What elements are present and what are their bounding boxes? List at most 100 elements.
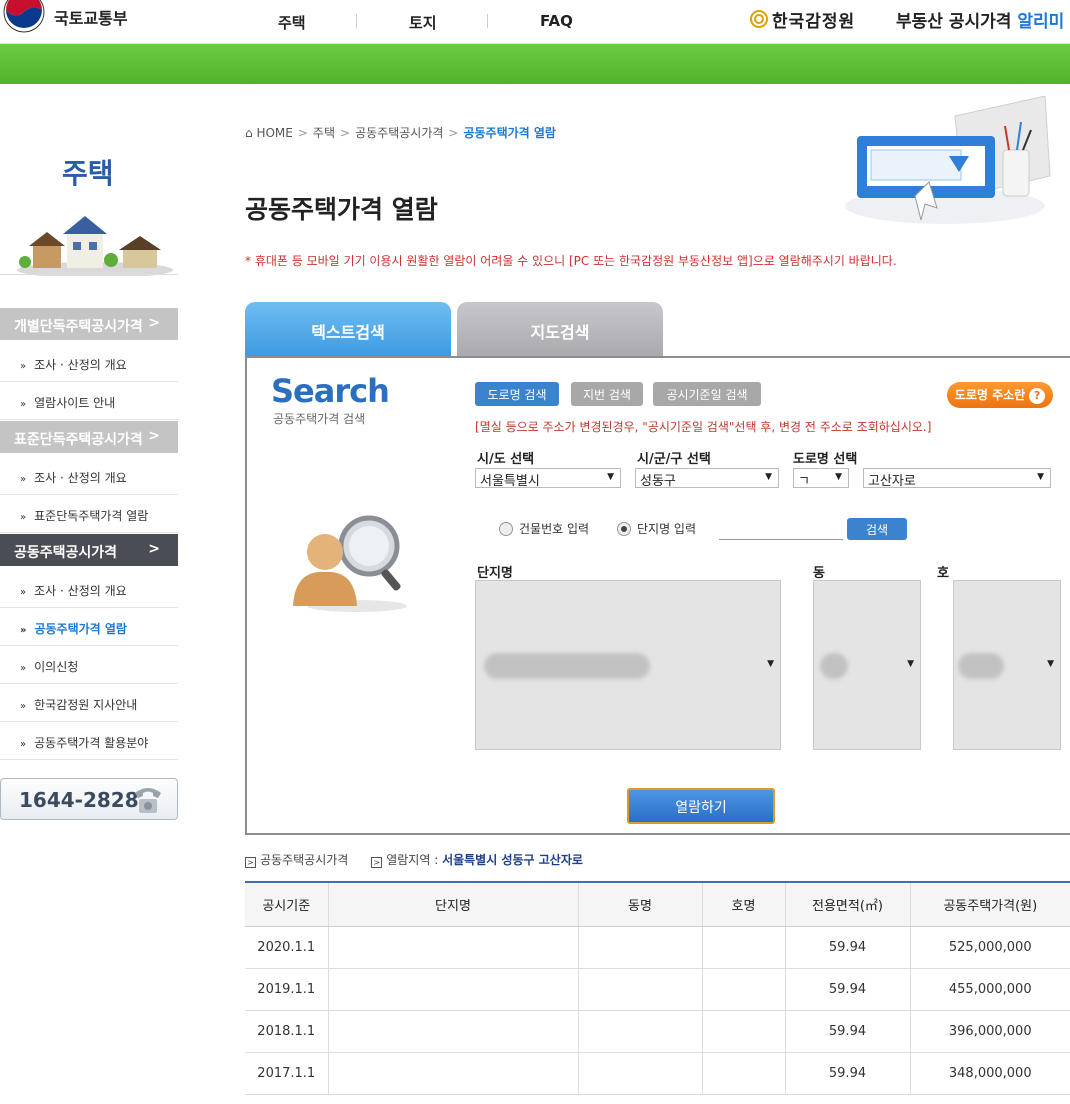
tab-text-search[interactable]: 텍스트검색 bbox=[245, 302, 451, 356]
category-label: 공동주택공시가격 bbox=[14, 545, 118, 561]
bullet-icon: » bbox=[20, 739, 27, 750]
category-apartment-price[interactable]: 공동주택공시가격 > bbox=[0, 534, 178, 566]
caret-down-icon: ▼ bbox=[1047, 659, 1054, 669]
ho-list[interactable]: ▼ bbox=[953, 580, 1061, 750]
cell-price: 348,000,000 bbox=[910, 1052, 1070, 1095]
breadcrumb-housing[interactable]: 주택 bbox=[313, 126, 335, 140]
sidebar-item-overview[interactable]: » 조사 · 산정의 개요 bbox=[0, 570, 178, 608]
breadcrumb-current: 공동주택가격 열람 bbox=[463, 126, 556, 140]
site-title[interactable]: 부동산 공시가격 알리미 bbox=[896, 7, 1064, 32]
category-label: 표준단독주택공시가격 bbox=[14, 432, 143, 448]
site-title-main: 부동산 공시가격 bbox=[896, 12, 1012, 32]
cell-dong bbox=[578, 968, 703, 1011]
dong-list[interactable]: ▼ bbox=[813, 580, 921, 750]
cell-ho bbox=[702, 1010, 786, 1053]
cell-area: 59.94 bbox=[785, 926, 911, 969]
sidebar-title: 주택 bbox=[62, 157, 114, 190]
address-change-warning: [멸실 등으로 주소가 변경된경우, "공시기준일 검색"선택 후, 변경 전 … bbox=[475, 420, 932, 434]
road-name-value: 고산자로 bbox=[868, 474, 916, 489]
complex-name-input[interactable] bbox=[719, 518, 843, 540]
complex-search-button[interactable]: 검색 bbox=[847, 518, 907, 540]
nav-faq[interactable]: FAQ bbox=[540, 12, 573, 30]
nav-housing[interactable]: 주택 bbox=[278, 12, 306, 33]
search-subtitle: 공동주택가격 검색 bbox=[273, 412, 366, 426]
houses-illustration-icon bbox=[17, 216, 173, 276]
chevron-right-icon: > bbox=[297, 126, 308, 140]
breadcrumb-home[interactable]: HOME bbox=[256, 126, 292, 140]
sidebar-item-usage-fields[interactable]: » 공동주택가격 활용분야 bbox=[0, 722, 178, 760]
chevron-right-icon: > bbox=[148, 541, 160, 557]
category-standard-house-price[interactable]: 표준단독주택공시가격 > bbox=[0, 421, 178, 453]
sidebar-item-overview[interactable]: » 조사 · 산정의 개요 bbox=[0, 344, 178, 382]
ministry-name[interactable]: 국토교통부 bbox=[54, 5, 128, 29]
cell-complex-name bbox=[328, 968, 579, 1011]
sidebar-item-objection[interactable]: » 이의신청 bbox=[0, 646, 178, 684]
road-name-search-button[interactable]: 도로명 검색 bbox=[475, 382, 559, 406]
mobile-notice: * 휴대폰 등 모바일 기기 이용시 원활한 열람이 어려울 수 있으니 [PC… bbox=[245, 254, 897, 268]
sido-select[interactable]: 서울특별시 ▼ bbox=[475, 468, 621, 489]
complex-name-radio[interactable]: 단지명 입력 bbox=[617, 520, 696, 537]
complex-list[interactable]: ▼ bbox=[475, 580, 781, 750]
sidebar-item-label: 조사 · 산정의 개요 bbox=[34, 584, 127, 598]
sigungu-select[interactable]: 성동구 ▼ bbox=[635, 468, 779, 489]
government-logo-icon[interactable] bbox=[2, 0, 46, 34]
search-panel: Search 공동주택가격 검색 도로명 검색 지번 검색 공시기준일 검색 도… bbox=[245, 356, 1070, 835]
col-base-date: 공시기준 bbox=[245, 882, 329, 927]
view-button[interactable]: 열람하기 bbox=[627, 788, 775, 824]
sidebar-item-site-guide[interactable]: » 열람사이트 안내 bbox=[0, 382, 178, 420]
sidebar-item-label: 한국감정원 지사안내 bbox=[34, 698, 138, 712]
cell-dong bbox=[578, 926, 703, 969]
nav-land[interactable]: 토지 bbox=[409, 12, 437, 33]
dong-column-label: 동 bbox=[813, 566, 825, 581]
info-box-icon: > bbox=[371, 857, 383, 868]
phone-number: 1644-2828 bbox=[19, 788, 139, 812]
redacted-value bbox=[820, 653, 848, 679]
building-number-radio[interactable]: 건물번호 입력 bbox=[499, 520, 589, 537]
cell-price: 525,000,000 bbox=[910, 926, 1070, 969]
cell-complex-name bbox=[328, 1010, 579, 1053]
radio-selected-icon bbox=[617, 522, 631, 536]
bullet-icon: » bbox=[20, 512, 27, 523]
col-price: 공동주택가격(원) bbox=[910, 882, 1070, 927]
bullet-icon: » bbox=[20, 587, 27, 598]
agency-name[interactable]: 한국감정원 bbox=[772, 7, 855, 32]
road-name-select[interactable]: 고산자로 ▼ bbox=[863, 468, 1051, 489]
sidebar-item-apartment-price-view[interactable]: » 공동주택가격 열람 bbox=[0, 608, 178, 646]
result-category: 공동주택공시가격 bbox=[260, 853, 349, 867]
caret-down-icon: ▼ bbox=[767, 659, 774, 669]
person-magnifier-illustration-icon bbox=[293, 515, 407, 612]
chevron-right-icon: > bbox=[148, 315, 160, 331]
sidebar-item-label: 조사 · 산정의 개요 bbox=[34, 471, 127, 485]
cell-ho bbox=[702, 968, 786, 1011]
phone-contact-box: 1644-2828 bbox=[0, 778, 178, 820]
sidebar-item-standard-price-view[interactable]: » 표준단독주택가격 열람 bbox=[0, 495, 178, 533]
breadcrumb-apartment-price[interactable]: 공동주택공시가격 bbox=[355, 126, 443, 140]
caret-down-icon: ▼ bbox=[907, 659, 914, 669]
cell-ho bbox=[702, 1052, 786, 1095]
home-icon[interactable]: ⌂ bbox=[245, 126, 253, 140]
cell-base-date: 2017.1.1 bbox=[245, 1052, 329, 1095]
sidebar-item-label: 표준단독주택가격 열람 bbox=[34, 509, 149, 523]
chevron-right-icon: > bbox=[340, 126, 351, 140]
radio-label: 건물번호 입력 bbox=[519, 522, 590, 536]
caret-down-icon: ▼ bbox=[765, 472, 772, 482]
sidebar-item-label: 열람사이트 안내 bbox=[34, 396, 116, 410]
lot-number-search-button[interactable]: 지번 검색 bbox=[571, 382, 643, 406]
top-header: 국토교통부 주택 토지 FAQ 한국감정원 부동산 공시가격 알리미 bbox=[0, 0, 1070, 44]
category-individual-house-price[interactable]: 개별단독주택공시가격 > bbox=[0, 308, 178, 340]
tab-map-search[interactable]: 지도검색 bbox=[457, 302, 663, 356]
road-initial-select[interactable]: ㄱ ▼ bbox=[793, 468, 849, 489]
sidebar-item-branch-guide[interactable]: » 한국감정원 지사안내 bbox=[0, 684, 178, 722]
road-address-help-button[interactable]: 도로명 주소란? bbox=[947, 382, 1053, 408]
sidebar-item-label: 공동주택가격 활용분야 bbox=[34, 736, 149, 750]
site-title-accent: 알리미 bbox=[1017, 12, 1065, 32]
col-area: 전용면적(㎡) bbox=[785, 882, 911, 927]
ho-column-label: 호 bbox=[937, 566, 949, 581]
sidebar-item-overview[interactable]: » 조사 · 산정의 개요 bbox=[0, 457, 178, 495]
sidebar-item-label: 이의신청 bbox=[34, 660, 79, 674]
cell-price: 396,000,000 bbox=[910, 1010, 1070, 1053]
cell-area: 59.94 bbox=[785, 1052, 911, 1095]
sidebar-item-label: 조사 · 산정의 개요 bbox=[34, 358, 127, 372]
result-info: > 공동주택공시가격 > 열람지역 : 서울특별시 성동구 고산자로 bbox=[245, 851, 583, 868]
base-date-search-button[interactable]: 공시기준일 검색 bbox=[653, 382, 761, 406]
